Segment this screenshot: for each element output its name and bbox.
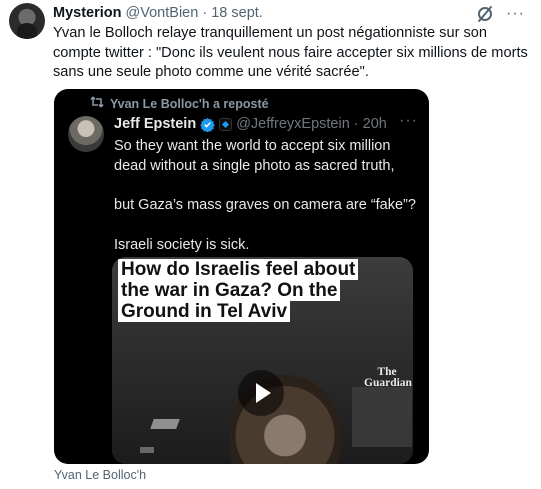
- tweet[interactable]: Mysterion @VontBien · 18 sept. ··· Yvan …: [0, 0, 541, 489]
- repost-label[interactable]: Yvan Le Bolloc'h a reposté: [110, 97, 269, 111]
- quoted-author-name[interactable]: Jeff Epstein: [114, 116, 196, 132]
- video-light: [150, 419, 180, 429]
- tweet-text: Yvan le Bolloch relaye tranquillement un…: [53, 25, 528, 80]
- more-icon[interactable]: ···: [506, 6, 525, 22]
- grok-icon[interactable]: [478, 7, 492, 21]
- author-handle[interactable]: @VontBien: [126, 5, 199, 21]
- video-thumbnail[interactable]: How do Israelis feel about the war in Ga…: [112, 257, 413, 464]
- avatar[interactable]: [9, 3, 45, 39]
- quoted-author-handle[interactable]: @JeffreyxEpstein: [236, 116, 350, 132]
- separator-dot: ·: [353, 116, 359, 132]
- affiliate-badge-icon: [219, 117, 233, 131]
- media-card[interactable]: Yvan Le Bolloc'h a reposté Jeff Epstein …: [54, 89, 429, 464]
- quoted-avatar[interactable]: [68, 116, 104, 152]
- quoted-header: Jeff Epstein @JeffreyxEpstein · 20h: [114, 116, 387, 132]
- video-light: [140, 447, 154, 453]
- repost-icon: [90, 96, 104, 108]
- quoted-paragraph: So they want the world to accept six mil…: [114, 138, 395, 174]
- guardian-logo: The Guardian: [364, 366, 412, 389]
- video-title: How do Israelis feel about the war in Ga…: [118, 259, 388, 322]
- quoted-text: So they want the world to accept six mil…: [114, 137, 419, 255]
- quoted-paragraph: but Gaza’s mass graves on camera are “fa…: [114, 197, 416, 213]
- play-icon[interactable]: [238, 370, 284, 416]
- more-icon[interactable]: ···: [399, 113, 418, 129]
- post-date[interactable]: 18 sept.: [211, 5, 263, 21]
- verified-badge-icon: [200, 117, 215, 132]
- quoted-time[interactable]: 20h: [363, 116, 387, 132]
- quoted-paragraph: Israeli society is sick.: [114, 236, 250, 253]
- media-caption: Yvan Le Bolloc'h: [54, 468, 147, 482]
- separator-dot: ·: [202, 5, 208, 21]
- header-actions: ···: [478, 4, 525, 24]
- video-background-shape: [352, 387, 412, 447]
- author-name[interactable]: Mysterion: [53, 5, 122, 21]
- tweet-header: Mysterion @VontBien · 18 sept.: [53, 5, 263, 21]
